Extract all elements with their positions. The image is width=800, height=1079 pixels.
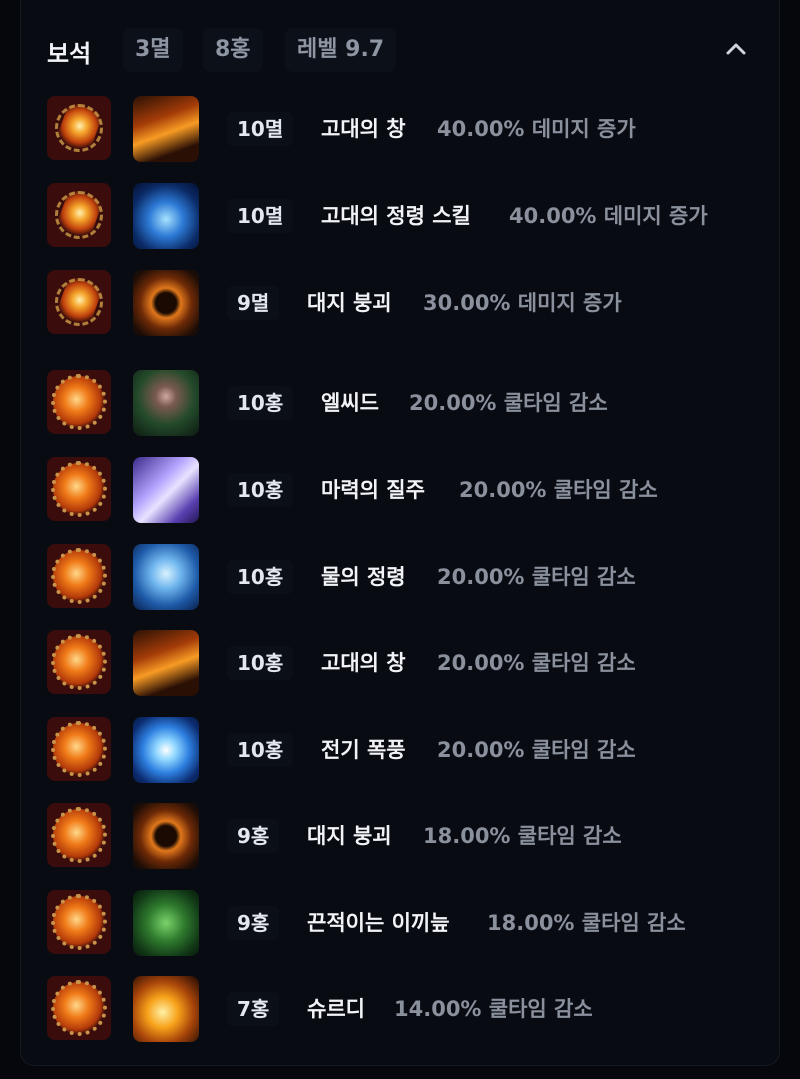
- ruby-gem-icon: [47, 96, 111, 160]
- gem-effect: 20.00% 쿨타임 감소: [437, 738, 636, 762]
- gem-effect: 18.00% 쿨타임 감소: [487, 911, 686, 935]
- sapphire-gem-icon: [47, 717, 111, 781]
- skill-name: 대지 붕괴: [307, 824, 392, 848]
- skill-name: 전기 폭풍: [321, 738, 406, 762]
- gem-effect: 30.00% 데미지 증가: [423, 291, 622, 315]
- skill-name: 엘씨드: [321, 391, 379, 415]
- gem-panel-title: 보석: [47, 40, 92, 68]
- summary-chip-destruction: 3멸: [123, 28, 183, 72]
- sticky-moss-swamp-icon: [133, 890, 199, 956]
- gem-effect: 18.00% 쿨타임 감소: [423, 824, 622, 848]
- earth-collapse-icon: [133, 803, 199, 869]
- gem-effect: 20.00% 쿨타임 감소: [437, 651, 636, 675]
- gem-level: 10멸: [227, 199, 294, 233]
- gem-row[interactable]: 10홍 엘씨드 20.00% 쿨타임 감소: [21, 370, 779, 436]
- skill-name: 고대의 정령 스킬: [321, 204, 471, 228]
- gem-panel-header: 보석 3멸 8홍 레벨 9.7: [21, 22, 779, 78]
- skill-name: 물의 정령: [321, 565, 406, 589]
- electric-storm-icon: [133, 717, 199, 783]
- sapphire-gem-icon: [47, 370, 111, 434]
- gem-row[interactable]: 10멸 고대의 정령 스킬 40.00% 데미지 증가: [21, 183, 779, 249]
- gem-level: 10홍: [227, 473, 294, 507]
- gem-effect: 20.00% 쿨타임 감소: [459, 478, 658, 502]
- gem-panel: 보석 3멸 8홍 레벨 9.7 10멸 고대의 창 40.00% 데미지 증가 …: [20, 0, 780, 1066]
- gem-row[interactable]: 10홍 물의 정령 20.00% 쿨타임 감소: [21, 544, 779, 610]
- gem-level: 9홍: [227, 906, 280, 940]
- gem-level: 10홍: [227, 733, 294, 767]
- gem-level: 7홍: [227, 992, 280, 1026]
- gem-level: 9홍: [227, 819, 280, 853]
- gem-row[interactable]: 7홍 슈르디 14.00% 쿨타임 감소: [21, 976, 779, 1042]
- skill-name: 고대의 창: [321, 651, 406, 675]
- gem-level: 10홍: [227, 560, 294, 594]
- shurdi-icon: [133, 976, 199, 1042]
- water-spirit-icon: [133, 544, 199, 610]
- summary-chip-cooldown: 8홍: [203, 28, 263, 72]
- summary-chip-level: 레벨 9.7: [285, 28, 397, 72]
- sapphire-gem-icon: [47, 890, 111, 954]
- sapphire-gem-icon: [47, 457, 111, 521]
- gem-level: 10홍: [227, 386, 294, 420]
- skill-name: 슈르디: [307, 997, 365, 1021]
- sapphire-gem-icon: [47, 544, 111, 608]
- skill-name: 고대의 창: [321, 117, 406, 141]
- sapphire-gem-icon: [47, 630, 111, 694]
- skill-name: 대지 붕괴: [307, 291, 392, 315]
- elcid-icon: [133, 370, 199, 436]
- ruby-gem-icon: [47, 183, 111, 247]
- skill-name: 끈적이는 이끼늪: [307, 911, 450, 935]
- chevron-up-icon[interactable]: [723, 36, 749, 62]
- ancient-spear-icon: [133, 96, 199, 162]
- skill-name: 마력의 질주: [321, 478, 425, 502]
- gem-effect: 14.00% 쿨타임 감소: [394, 997, 593, 1021]
- earth-collapse-icon: [133, 270, 199, 336]
- sapphire-gem-icon: [47, 976, 111, 1040]
- gem-row[interactable]: 9홍 끈적이는 이끼늪 18.00% 쿨타임 감소: [21, 890, 779, 956]
- mana-rush-icon: [133, 457, 199, 523]
- gem-row[interactable]: 9홍 대지 붕괴 18.00% 쿨타임 감소: [21, 803, 779, 869]
- gem-level: 10홍: [227, 646, 294, 680]
- gem-effect: 20.00% 쿨타임 감소: [409, 391, 608, 415]
- gem-effect: 20.00% 쿨타임 감소: [437, 565, 636, 589]
- ruby-gem-icon: [47, 270, 111, 334]
- gem-row[interactable]: 10멸 고대의 창 40.00% 데미지 증가: [21, 96, 779, 162]
- ancient-spear-icon: [133, 630, 199, 696]
- gem-effect: 40.00% 데미지 증가: [509, 204, 708, 228]
- gem-level: 9멸: [227, 286, 280, 320]
- gem-effect: 40.00% 데미지 증가: [437, 117, 636, 141]
- gem-row[interactable]: 10홍 고대의 창 20.00% 쿨타임 감소: [21, 630, 779, 696]
- gem-row[interactable]: 9멸 대지 붕괴 30.00% 데미지 증가: [21, 270, 779, 336]
- gem-row[interactable]: 10홍 마력의 질주 20.00% 쿨타임 감소: [21, 457, 779, 523]
- sapphire-gem-icon: [47, 803, 111, 867]
- gem-row[interactable]: 10홍 전기 폭풍 20.00% 쿨타임 감소: [21, 717, 779, 783]
- ancient-spirit-skill-icon: [133, 183, 199, 249]
- gem-level: 10멸: [227, 112, 294, 146]
